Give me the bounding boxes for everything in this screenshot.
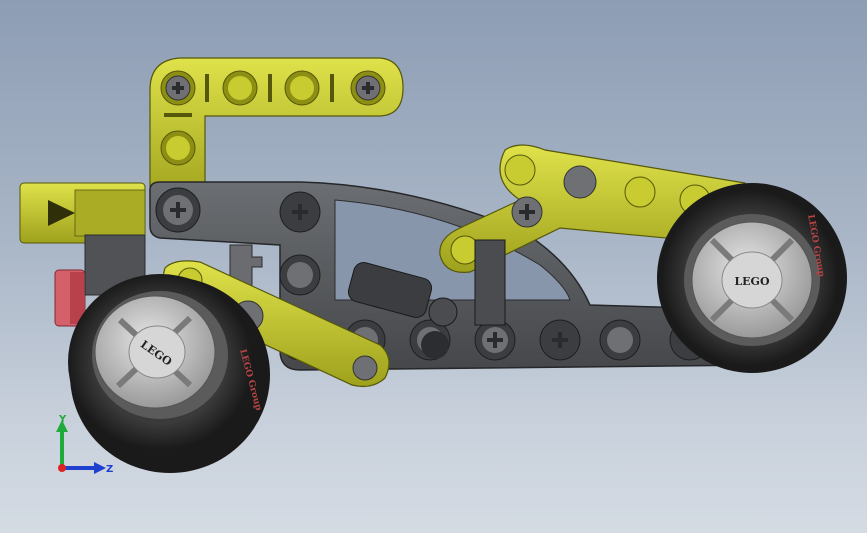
red-connector <box>54 269 86 327</box>
origin-point <box>58 464 66 472</box>
axle-connector <box>19 182 146 244</box>
3d-viewport[interactable]: LEGO LEGO Group LEGO LEGO Group Y Z <box>0 0 867 533</box>
lego-model[interactable]: LEGO LEGO Group LEGO LEGO Group <box>0 0 867 533</box>
y-axis-label: Y <box>58 414 67 425</box>
right-wheel: LEGO LEGO Group <box>657 183 847 373</box>
axis-triad: Y Z <box>56 414 113 475</box>
z-axis-label: Z <box>106 464 113 475</box>
right-hub-logo: LEGO <box>734 275 770 288</box>
